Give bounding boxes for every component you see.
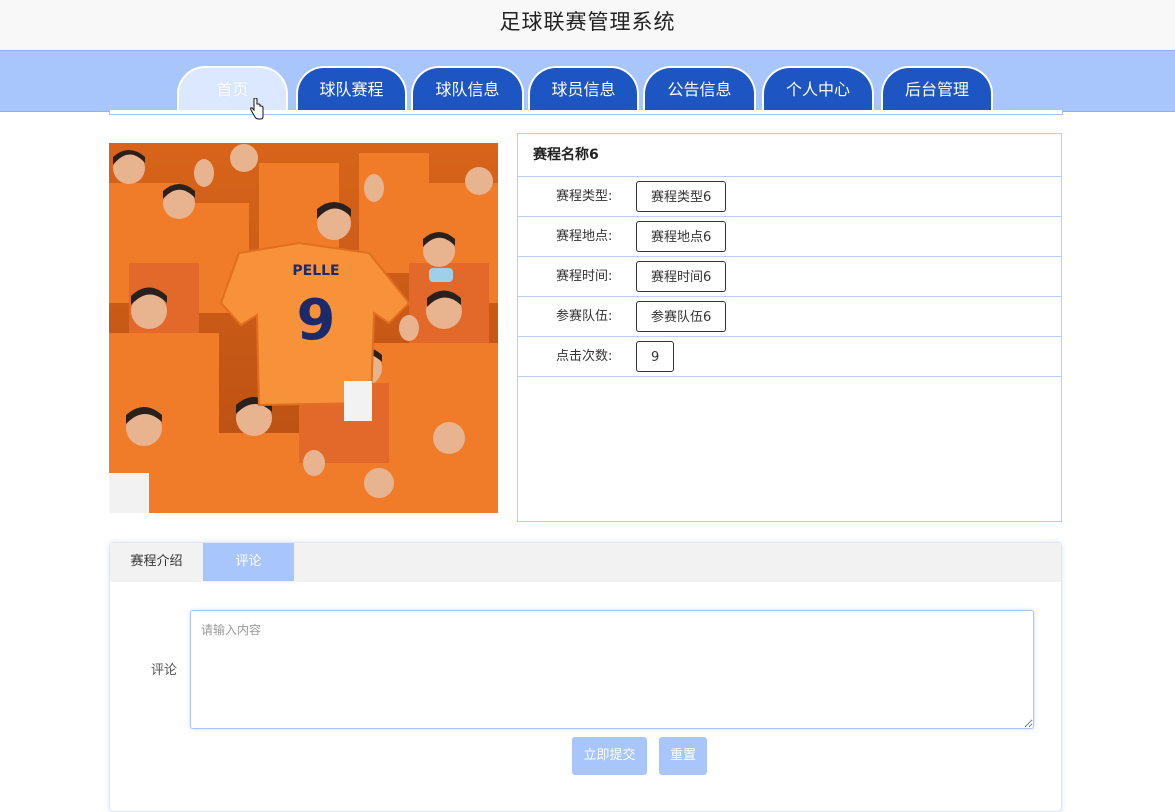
match-time-label: 赛程时间: <box>556 269 613 284</box>
nav-tab-team-schedule[interactable]: 球队赛程 <box>296 66 407 110</box>
jersey-number: 9 <box>297 288 336 353</box>
match-type-label: 赛程类型: <box>556 189 613 204</box>
tab-match-intro[interactable]: 赛程介绍 <box>110 543 203 581</box>
match-name: 赛程名称6 <box>518 134 1061 177</box>
comment-input[interactable] <box>190 610 1034 729</box>
match-time-value: 赛程时间6 <box>636 261 727 292</box>
reset-button[interactable]: 重置 <box>659 737 707 775</box>
app-title: 足球联赛管理系统 <box>0 0 1175 50</box>
detail-tabs-panel: 赛程介绍 评论 评论 立即提交 重置 <box>109 542 1062 812</box>
nav-tab-admin[interactable]: 后台管理 <box>881 66 993 110</box>
submit-button[interactable]: 立即提交 <box>572 737 647 775</box>
nav-tab-home[interactable]: 首页 <box>177 66 288 110</box>
fans-crowd-image: PELLE 9 <box>109 143 498 513</box>
match-type-value: 赛程类型6 <box>636 181 727 212</box>
info-row-clicks: 点击次数: 9 <box>518 337 1061 377</box>
nav-tab-team-info[interactable]: 球队信息 <box>411 66 524 110</box>
comment-label: 评论 <box>151 663 178 678</box>
nav-tab-announcements[interactable]: 公告信息 <box>643 66 756 110</box>
info-row-location: 赛程地点: 赛程地点6 <box>518 217 1061 257</box>
match-teams-value: 参赛队伍6 <box>636 301 727 332</box>
match-info-panel: 赛程名称6 赛程类型: 赛程类型6 赛程地点: 赛程地点6 赛程时间: 赛程时间… <box>517 133 1062 522</box>
info-row-type: 赛程类型: 赛程类型6 <box>518 177 1061 217</box>
info-row-time: 赛程时间: 赛程时间6 <box>518 257 1061 297</box>
nav-tab-personal-center[interactable]: 个人中心 <box>762 66 874 110</box>
click-count-label: 点击次数: <box>556 349 613 364</box>
tab-comments[interactable]: 评论 <box>203 543 294 581</box>
hand-cursor-icon <box>250 98 264 120</box>
match-teams-label: 参赛队伍: <box>556 309 613 324</box>
click-count-value: 9 <box>636 341 675 372</box>
match-photo: PELLE 9 <box>109 143 498 513</box>
info-row-teams: 参赛队伍: 参赛队伍6 <box>518 297 1061 337</box>
nav-tab-player-info[interactable]: 球员信息 <box>528 66 639 110</box>
jersey-name: PELLE <box>292 263 339 279</box>
match-location-value: 赛程地点6 <box>636 221 727 252</box>
tabs-header: 赛程介绍 评论 <box>110 543 1061 582</box>
match-location-label: 赛程地点: <box>556 229 613 244</box>
